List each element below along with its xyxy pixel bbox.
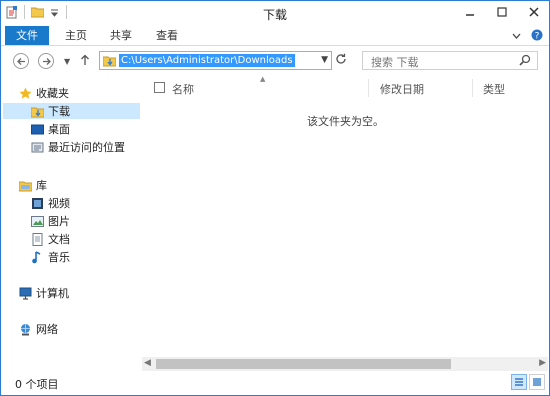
explorer-window: 下载 文件 主页 共享 查看 ? ▼ C:\Users\Administrato… (0, 0, 550, 396)
tab-file[interactable]: 文件 (5, 26, 49, 45)
folder-icon (102, 54, 117, 70)
nav-libraries-label: 库 (36, 179, 47, 192)
address-bar[interactable]: C:\Users\Administrator\Downloads ▼ (99, 51, 332, 70)
column-divider[interactable] (472, 79, 473, 97)
scrollbar-thumb[interactable] (156, 359, 451, 369)
ribbon-expand-icon[interactable] (512, 30, 521, 43)
nav-computer-label: 计算机 (36, 287, 69, 300)
empty-folder-message: 该文件夹为空。 (307, 115, 384, 128)
nav-favorites[interactable]: 收藏夹 (19, 85, 69, 101)
nav-item-documents[interactable]: 文档 (31, 231, 70, 247)
nav-item-downloads[interactable]: 下载 (3, 103, 140, 119)
search-icon[interactable] (519, 54, 531, 69)
address-row: ▼ C:\Users\Administrator\Downloads ▼ 搜索 … (1, 46, 549, 76)
scroll-right-icon[interactable]: ▶ (539, 358, 546, 368)
status-bar: 0 个项目 (1, 371, 549, 395)
desktop-icon (31, 123, 44, 136)
recent-locations-icon[interactable]: ▼ (64, 57, 70, 66)
computer-icon (19, 287, 32, 300)
star-icon (19, 87, 32, 100)
nav-item-pictures-label: 图片 (48, 215, 70, 228)
back-icon[interactable] (13, 53, 29, 69)
nav-item-documents-label: 文档 (48, 233, 70, 246)
maximize-icon[interactable] (493, 3, 511, 21)
help-icon[interactable]: ? (531, 29, 543, 44)
ribbon-right-controls: ? (512, 29, 543, 44)
search-placeholder[interactable]: 搜索 下载 (371, 54, 419, 70)
nav-network[interactable]: 网络 (19, 321, 58, 337)
navigation-pane: 收藏夹 下载 桌面 最近访问的位置 库 视频 图片 文档 音乐 计算机 网络 (1, 77, 142, 367)
nav-item-recent[interactable]: 最近访问的位置 (31, 139, 125, 155)
video-icon (31, 197, 44, 210)
select-all-checkbox[interactable] (154, 82, 165, 93)
search-box[interactable]: 搜索 下载 (362, 51, 538, 70)
scroll-left-icon[interactable]: ◀ (144, 358, 151, 368)
column-divider[interactable] (368, 79, 369, 97)
large-icons-view-icon[interactable] (529, 374, 545, 390)
refresh-icon[interactable] (335, 53, 347, 69)
tab-view[interactable]: 查看 (156, 26, 178, 45)
column-name[interactable]: 名称 (172, 81, 194, 97)
nav-item-downloads-label: 下载 (48, 105, 70, 118)
tab-home[interactable]: 主页 (65, 26, 87, 45)
address-dropdown-icon[interactable]: ▼ (321, 55, 328, 65)
nav-item-pictures[interactable]: 图片 (31, 213, 70, 229)
view-switcher (511, 374, 545, 390)
downloads-folder-icon (30, 105, 45, 118)
nav-item-desktop-label: 桌面 (48, 123, 70, 136)
close-icon[interactable] (525, 3, 543, 21)
window-controls (461, 3, 543, 21)
nav-item-desktop[interactable]: 桌面 (31, 121, 70, 137)
column-modified[interactable]: 修改日期 (380, 81, 424, 97)
nav-item-videos[interactable]: 视频 (31, 195, 70, 211)
tab-share[interactable]: 共享 (110, 26, 132, 45)
network-icon (19, 323, 32, 336)
column-type[interactable]: 类型 (483, 81, 505, 97)
up-icon[interactable] (80, 54, 90, 70)
minimize-icon[interactable] (461, 3, 479, 21)
ribbon-tabs: 文件 主页 共享 查看 ? (1, 26, 549, 46)
nav-computer[interactable]: 计算机 (19, 285, 69, 301)
library-icon (18, 179, 33, 192)
address-path[interactable]: C:\Users\Administrator\Downloads (119, 54, 295, 67)
item-count: 0 个项目 (15, 378, 59, 391)
pictures-icon (31, 215, 44, 228)
nav-item-videos-label: 视频 (48, 197, 70, 210)
column-header-row: ▲ 名称 修改日期 类型 (142, 75, 549, 99)
nav-item-music[interactable]: 音乐 (31, 249, 70, 265)
nav-favorites-label: 收藏夹 (36, 87, 69, 100)
nav-item-recent-label: 最近访问的位置 (48, 141, 125, 154)
sort-caret-icon: ▲ (260, 75, 266, 83)
music-icon (31, 250, 44, 264)
horizontal-scrollbar[interactable]: ◀ ▶ (142, 357, 548, 371)
nav-network-label: 网络 (36, 323, 58, 336)
recent-places-icon (31, 141, 44, 154)
documents-icon (31, 232, 44, 246)
title-bar: 下载 (1, 1, 549, 26)
svg-text:?: ? (535, 32, 540, 42)
forward-icon[interactable] (38, 53, 54, 69)
nav-item-music-label: 音乐 (48, 251, 70, 264)
details-view-icon[interactable] (511, 374, 527, 390)
nav-libraries[interactable]: 库 (18, 177, 47, 193)
